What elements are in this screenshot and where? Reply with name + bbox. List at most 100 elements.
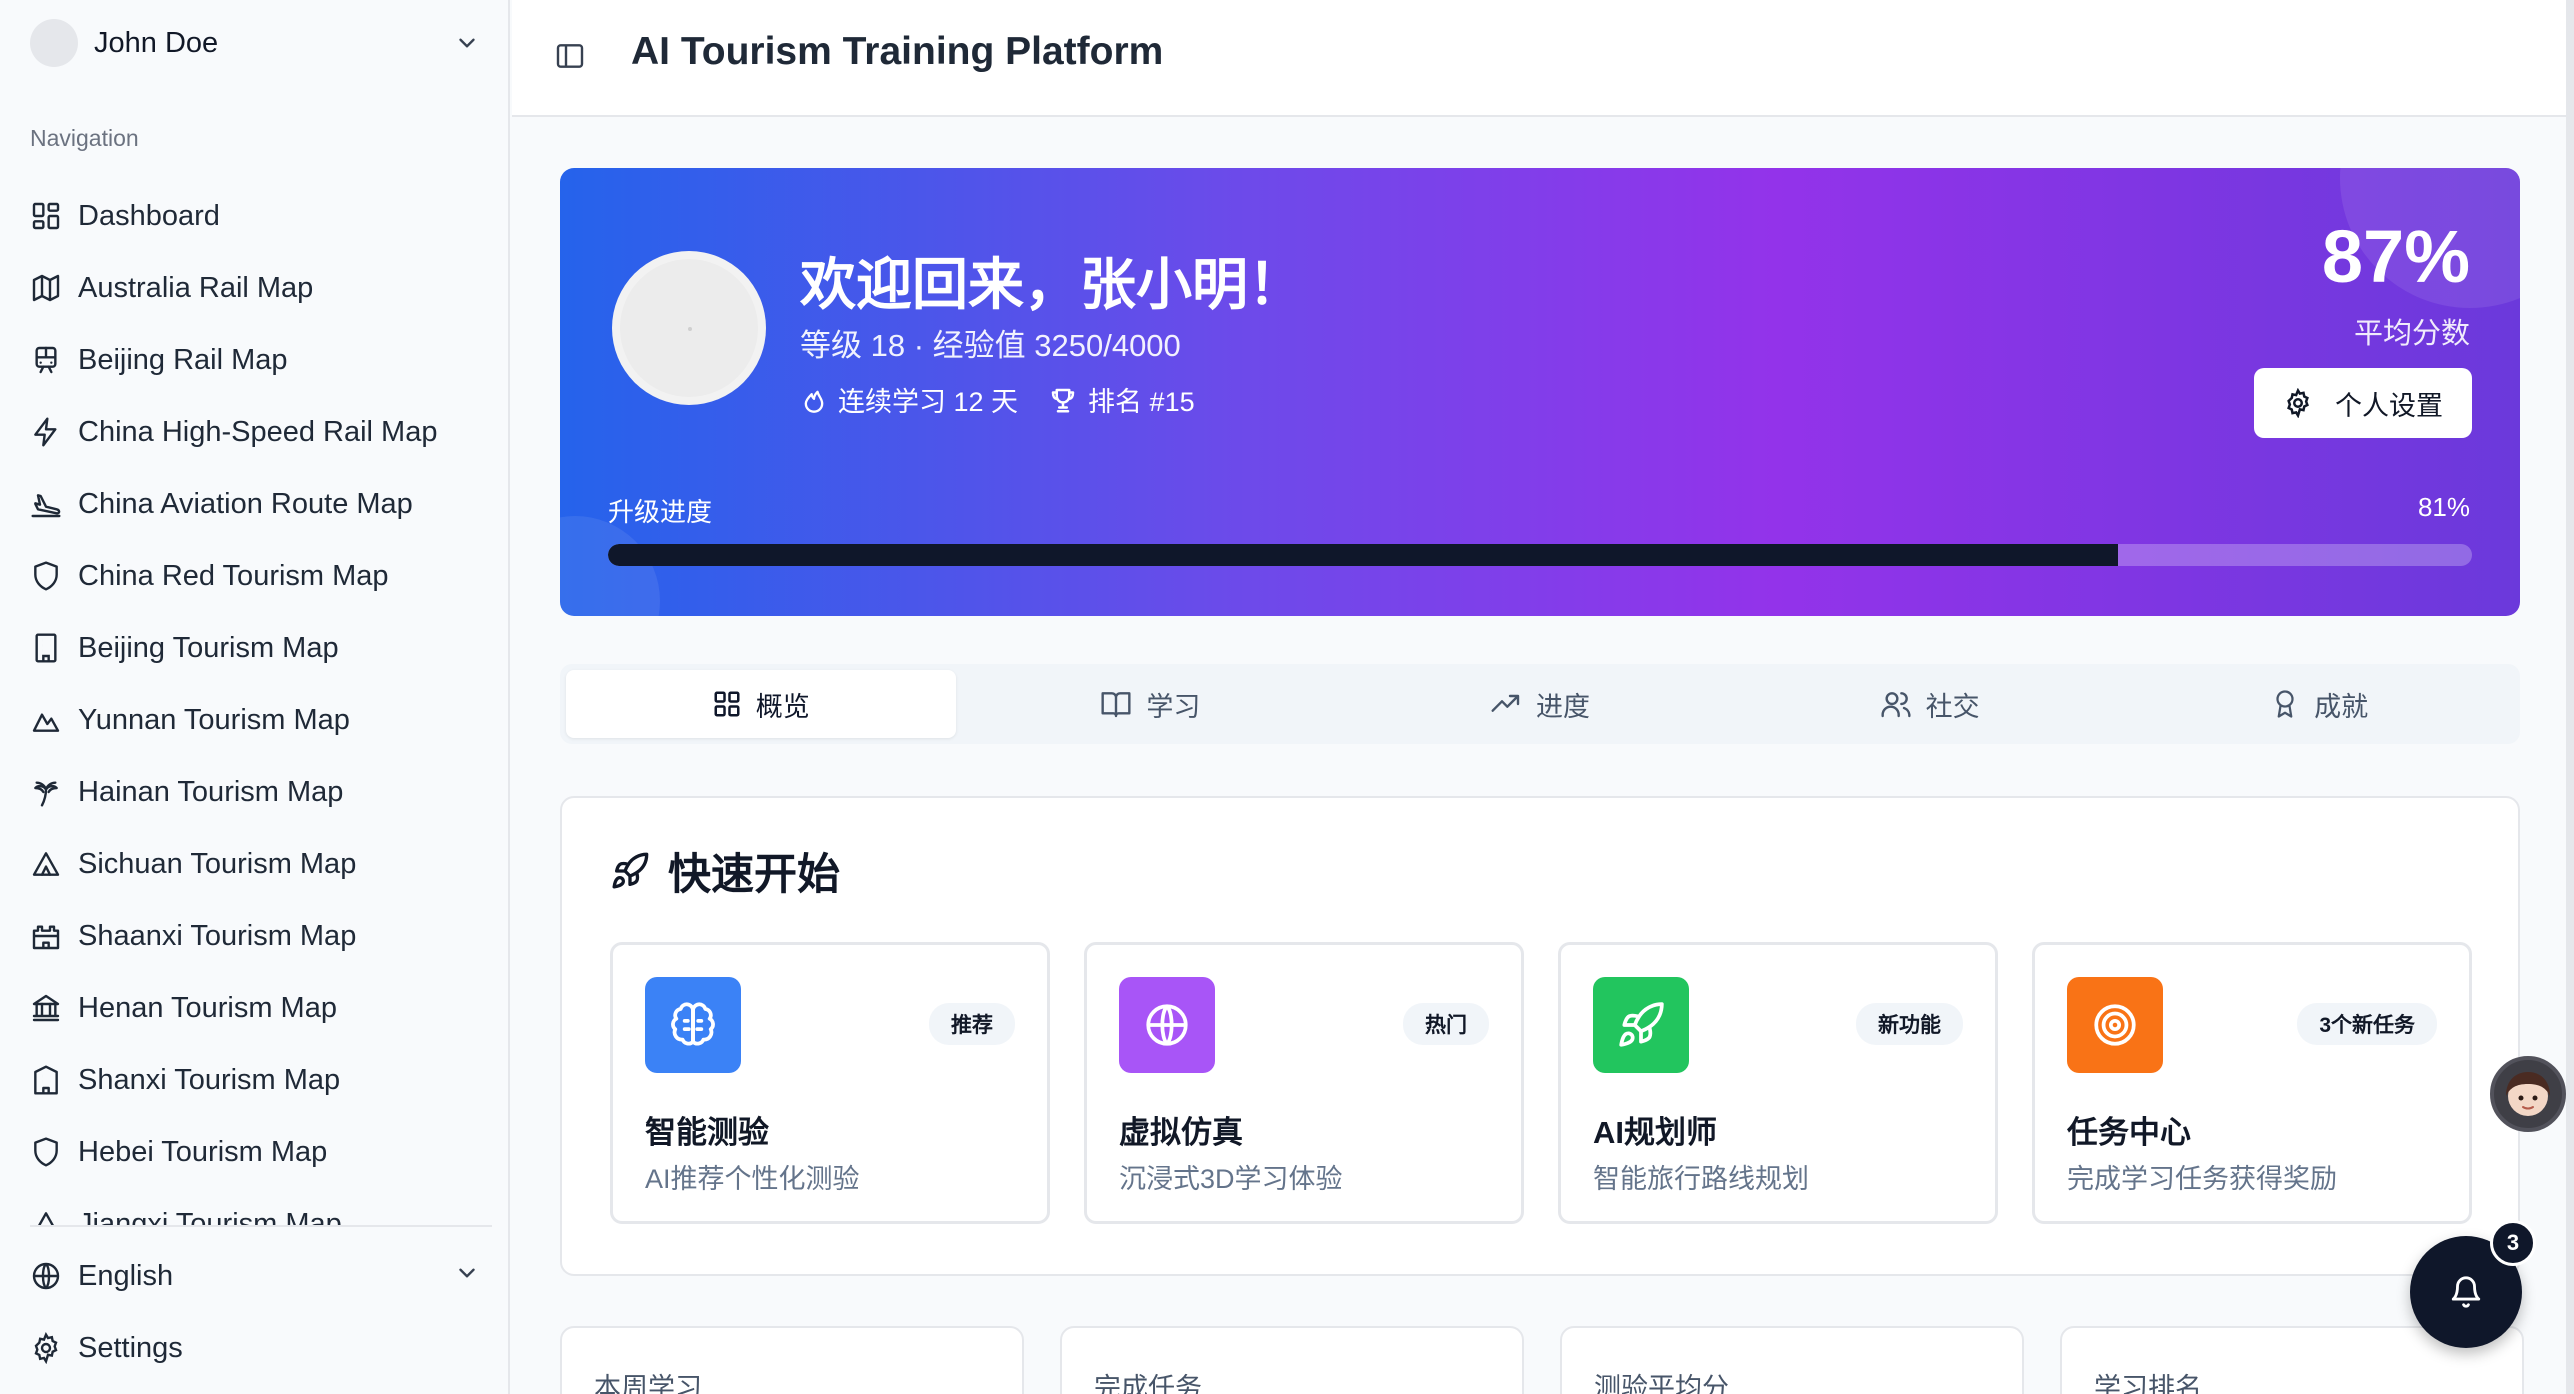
level-info: 等级 18 · 经验值 3250/4000 (800, 328, 1181, 363)
map-icon (32, 274, 60, 302)
sidebar-item-hainan-tourism[interactable]: Hainan Tourism Map (30, 756, 490, 828)
sidebar-item-yunnan-tourism[interactable]: Yunnan Tourism Map (30, 684, 490, 756)
card-badge: 新功能 (1856, 1003, 1963, 1045)
task-center-icon-box (2067, 977, 2163, 1073)
user-menu[interactable]: John Doe (30, 18, 480, 68)
tab-label: 学习 (1146, 691, 1201, 722)
gear-icon (2287, 388, 2309, 418)
sidebar-item-beijing-tourism[interactable]: Beijing Tourism Map (30, 612, 490, 684)
sidebar-item-label: Hebei Tourism Map (78, 1135, 328, 1168)
stat-card-quiz-average: 测验平均分 (1560, 1326, 2024, 1394)
tab-label: 概览 (755, 691, 810, 722)
sidebar-item-beijing-rail[interactable]: Beijing Rail Map (30, 324, 490, 396)
gear-icon (34, 1332, 58, 1364)
assistant-face-icon (2506, 1072, 2550, 1116)
sidebar-item-henan-tourism[interactable]: Henan Tourism Map (30, 972, 490, 1044)
sidebar-item-settings[interactable]: Settings (30, 1312, 480, 1384)
sidebar-item-sichuan-tourism[interactable]: Sichuan Tourism Map (30, 828, 490, 900)
trending-up-icon (1491, 694, 1520, 712)
tent-icon (38, 1212, 54, 1225)
page-title: AI Tourism Training Platform (631, 30, 1164, 73)
card-ai-planner[interactable]: 新功能 AI规划师 智能旅行路线规划 (1558, 942, 1998, 1224)
profile-settings-button[interactable]: 个人设置 (2254, 368, 2472, 438)
level-progress-label: 升级进度 (608, 497, 713, 527)
sidebar-item-label: Beijing Tourism Map (78, 631, 339, 664)
smart-quiz-icon-box (645, 977, 741, 1073)
tab-label: 进度 (1535, 691, 1590, 722)
sidebar-item-label: Sichuan Tourism Map (78, 847, 357, 880)
chevron-down-icon (454, 30, 480, 56)
profile-settings-label: 个人设置 (2335, 390, 2443, 421)
stat-label: 完成任务 (1094, 1373, 1202, 1394)
card-virtual-simulation[interactable]: 热门 虚拟仿真 沉浸式3D学习体验 (1084, 942, 1524, 1224)
tab-learning[interactable]: 学习 (956, 670, 1346, 738)
ai-planner-icon-box (1593, 977, 1689, 1073)
welcome-banner: 欢迎回来，张小明！ 等级 18 · 经验值 3250/4000 连续学习 12 … (560, 168, 2520, 616)
notification-count-badge: 3 (2490, 1220, 2536, 1266)
tent-icon (32, 852, 60, 876)
card-description: AI推荐个性化测验 (645, 1164, 860, 1194)
scrollbar[interactable] (2566, 0, 2574, 1394)
card-description: 智能旅行路线规划 (1593, 1164, 1809, 1194)
language-selector[interactable]: English (30, 1240, 480, 1312)
lightning-icon (34, 417, 57, 447)
sidebar-item-shanxi-tourism[interactable]: Shanxi Tourism Map (30, 1044, 490, 1116)
sidebar-item-label: Henan Tourism Map (78, 991, 337, 1024)
user-name: John Doe (94, 26, 219, 59)
sidebar-item-label: Yunnan Tourism Map (78, 703, 350, 736)
level-progress-bar (608, 544, 2472, 566)
rank-text: 排名 #15 (1088, 387, 1195, 417)
sidebar-item-label: Shanxi Tourism Map (78, 1063, 341, 1096)
sidebar-item-dashboard[interactable]: Dashboard (30, 180, 490, 252)
streak-chip: 连续学习 12 天 (800, 380, 1018, 419)
sidebar-item-high-speed-rail[interactable]: China High-Speed Rail Map (30, 396, 490, 468)
sidebar: John Doe Navigation Dashboard Australia … (0, 0, 510, 1394)
tab-overview[interactable]: 概览 (566, 670, 956, 738)
rank-chip: 排名 #15 (1048, 380, 1195, 419)
palm-tree-icon (34, 781, 58, 807)
sidebar-toggle-button[interactable] (554, 40, 586, 72)
tab-progress[interactable]: 进度 (1345, 670, 1735, 738)
tab-label: 社交 (1925, 691, 1980, 722)
sidebar-footer: English Settings (30, 1240, 480, 1384)
shield-icon (34, 561, 58, 591)
stat-card-completed-tasks: 完成任务 (1060, 1326, 1524, 1394)
chevron-down-icon (454, 1260, 480, 1286)
card-badge: 热门 (1403, 1003, 1489, 1045)
assistant-avatar-button[interactable] (2490, 1056, 2566, 1132)
sidebar-item-shaanxi-tourism[interactable]: Shaanxi Tourism Map (30, 900, 490, 972)
card-badge: 3个新任务 (2297, 1003, 2437, 1045)
average-score-label: 平均分数 (2353, 318, 2470, 350)
average-score: 87% (2321, 215, 2470, 298)
tab-achievements[interactable]: 成就 (2124, 670, 2514, 738)
profile-avatar[interactable] (612, 251, 766, 405)
plane-landing-icon (31, 494, 61, 518)
sidebar-item-label: China Red Tourism Map (78, 559, 389, 592)
sidebar-item-hebei-tourism[interactable]: Hebei Tourism Map (30, 1116, 490, 1188)
stat-label: 学习排名 (2094, 1373, 2202, 1394)
landmark-icon (32, 994, 60, 1022)
building-icon (35, 633, 57, 663)
grid-icon (714, 691, 740, 717)
virtual-simulation-icon-box (1119, 977, 1215, 1073)
card-title: 虚拟仿真 (1119, 1115, 1243, 1150)
award-icon (2276, 690, 2294, 718)
quick-start-panel: 快速开始 推荐 智能测验 AI推荐个性化测验 热门 虚拟仿真 沉浸式3D学习体验… (560, 796, 2520, 1276)
quick-start-title: 快速开始 (610, 840, 840, 902)
card-title: AI规划师 (1593, 1115, 1717, 1150)
sidebar-item-red-tourism[interactable]: China Red Tourism Map (30, 540, 490, 612)
hotel-icon (34, 1065, 58, 1095)
flame-icon (804, 390, 824, 413)
section-tabs: 概览 学习 进度 社交 成就 (560, 664, 2520, 744)
card-smart-quiz[interactable]: 推荐 智能测验 AI推荐个性化测验 (610, 942, 1050, 1224)
avatar (30, 19, 78, 67)
card-description: 沉浸式3D学习体验 (1119, 1164, 1343, 1194)
sidebar-item-label: Jiangxi Tourism Map (78, 1207, 342, 1226)
sidebar-divider (30, 1225, 492, 1227)
sidebar-item-aviation-route[interactable]: China Aviation Route Map (30, 468, 490, 540)
card-title: 任务中心 (2067, 1115, 2191, 1150)
tab-social[interactable]: 社交 (1735, 670, 2125, 738)
card-task-center[interactable]: 3个新任务 任务中心 完成学习任务获得奖励 (2032, 942, 2472, 1224)
sidebar-item-australia-rail[interactable]: Australia Rail Map (30, 252, 490, 324)
sidebar-item-jiangxi-tourism[interactable]: Jiangxi Tourism Map (30, 1188, 490, 1225)
